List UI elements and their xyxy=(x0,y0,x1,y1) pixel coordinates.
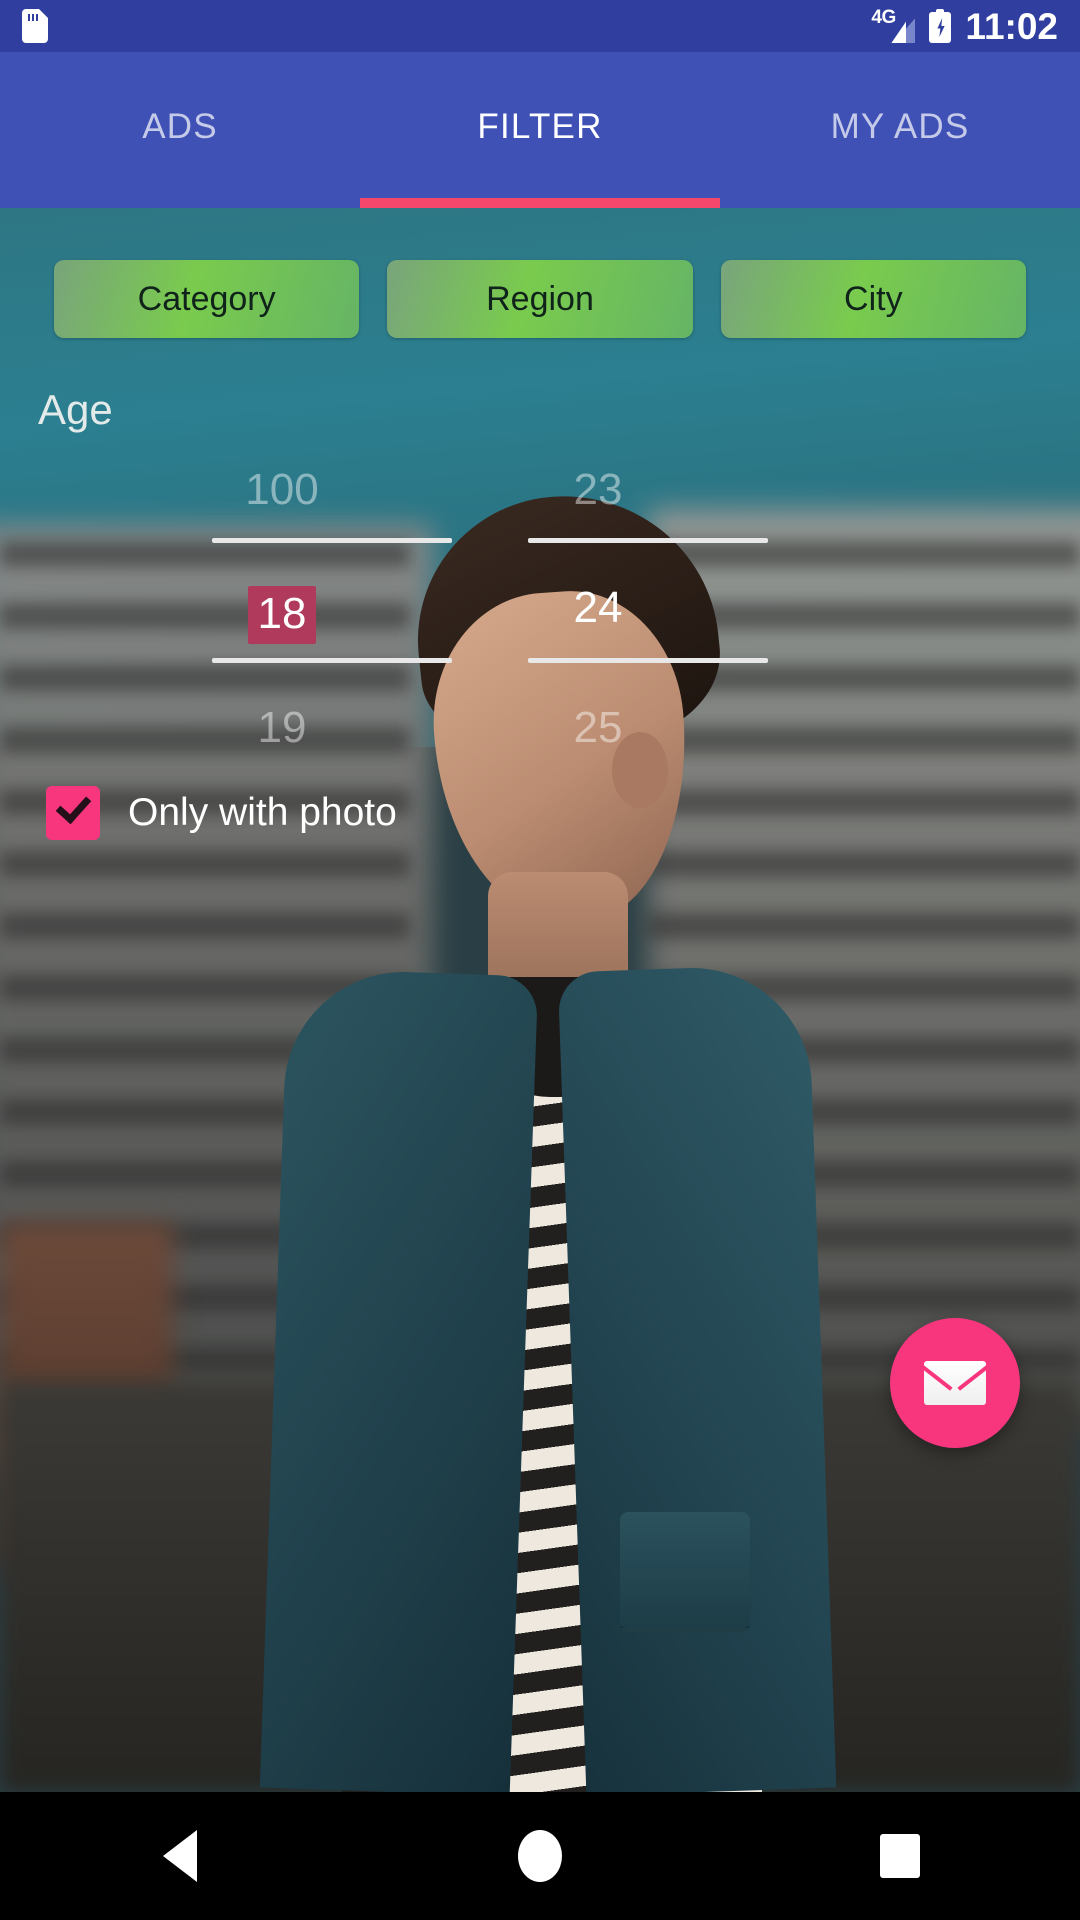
only-with-photo-row[interactable]: Only with photo xyxy=(46,786,397,840)
age-to-current-value[interactable]: 24 xyxy=(428,586,768,630)
sim-card-icon xyxy=(22,9,48,43)
age-range-pickers: 100 18 19 23 24 25 xyxy=(0,458,1080,798)
chip-category[interactable]: Category xyxy=(54,260,360,338)
nav-back-button[interactable] xyxy=(120,1796,240,1916)
age-from-picker[interactable]: 100 18 19 xyxy=(112,458,452,798)
filter-panel: Category Region City Age 100 18 19 23 24… xyxy=(0,208,1080,1792)
message-fab-button[interactable] xyxy=(890,1318,1020,1448)
tab-bar: ADS FILTER MY ADS xyxy=(0,52,1080,208)
age-from-next-value[interactable]: 19 xyxy=(112,706,452,750)
signal-bars-icon: 4G xyxy=(871,7,916,43)
phone-screen: 4G 11:02 ADS FILTER MY ADS Category Regi… xyxy=(0,0,1080,1920)
age-to-divider-bottom xyxy=(528,658,768,663)
chip-city[interactable]: City xyxy=(720,260,1026,338)
back-triangle-icon xyxy=(163,1830,197,1882)
status-bar-right: 4G 11:02 xyxy=(871,8,1058,45)
age-to-divider-top xyxy=(528,538,768,543)
system-navigation-bar xyxy=(0,1792,1080,1920)
age-section-label: Age xyxy=(38,386,113,433)
age-to-picker[interactable]: 23 24 25 xyxy=(428,458,768,798)
tab-ads[interactable]: ADS xyxy=(0,52,360,208)
status-bar: 4G 11:02 xyxy=(0,0,1080,52)
only-with-photo-checkbox[interactable] xyxy=(46,786,100,840)
network-type-label: 4G xyxy=(871,7,896,28)
age-from-divider-top xyxy=(212,538,452,543)
chip-region[interactable]: Region xyxy=(387,260,693,338)
tab-active-indicator xyxy=(360,198,720,208)
tab-my-ads[interactable]: MY ADS xyxy=(720,52,1080,208)
recents-square-icon xyxy=(880,1834,920,1878)
status-bar-left xyxy=(22,9,48,43)
nav-recents-button[interactable] xyxy=(840,1796,960,1916)
age-from-current-value[interactable]: 18 xyxy=(112,586,452,644)
filter-chip-row: Category Region City xyxy=(0,260,1080,338)
battery-charging-icon xyxy=(929,9,952,43)
status-bar-clock: 11:02 xyxy=(965,5,1058,47)
age-from-current-highlight: 18 xyxy=(247,586,317,644)
envelope-icon xyxy=(924,1361,986,1405)
tab-filter[interactable]: FILTER xyxy=(360,52,720,208)
age-to-next-value[interactable]: 25 xyxy=(428,706,768,750)
age-to-previous-value[interactable]: 23 xyxy=(428,468,768,512)
only-with-photo-label: Only with photo xyxy=(128,791,397,834)
nav-home-button[interactable] xyxy=(480,1796,600,1916)
home-circle-icon xyxy=(518,1830,562,1882)
age-from-previous-value[interactable]: 100 xyxy=(112,468,452,512)
age-from-divider-bottom xyxy=(212,658,452,663)
